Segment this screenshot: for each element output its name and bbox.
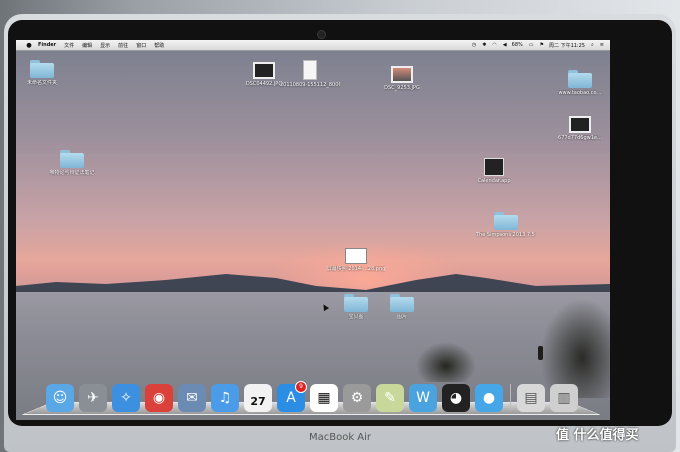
menu-view[interactable]: 显示 bbox=[100, 42, 110, 49]
desktop-icon[interactable]: 屏幕快照 2014-…28.png bbox=[326, 248, 386, 272]
dock-icons: ☺ ✈ ✧ ◉ ✉ ♫ 27 A 9 ▦ ⚙ ✎ W ◕ ● ▤ ▥ bbox=[46, 381, 583, 412]
screenshot-file-icon bbox=[345, 248, 367, 264]
wifi-icon[interactable]: ◠ bbox=[492, 42, 496, 48]
bluetooth-icon[interactable]: ✱ bbox=[482, 42, 486, 48]
update-badge: 9 bbox=[295, 381, 307, 393]
calendar-day: 27 bbox=[250, 394, 266, 408]
battery-icon[interactable]: ▭ bbox=[529, 42, 534, 48]
folder-icon bbox=[60, 150, 84, 168]
desktop-icon[interactable]: www.taobao.co… bbox=[550, 70, 610, 96]
desktop-icon[interactable]: 20110809-155112_8006.jpg bbox=[280, 60, 340, 88]
chrome-icon[interactable]: ◉ bbox=[145, 384, 173, 412]
camera-icon bbox=[317, 30, 326, 39]
image-file-icon bbox=[391, 66, 413, 83]
notification-center-icon[interactable]: ≡ bbox=[600, 42, 604, 48]
menu-window[interactable]: 窗口 bbox=[136, 42, 146, 49]
icon-label: DSC_9253.JPG bbox=[384, 85, 420, 91]
app-store-icon[interactable]: A9 bbox=[277, 381, 307, 412]
image-file-icon bbox=[569, 116, 591, 133]
desktop-icon[interactable]: 677d77d6gw1e… bbox=[550, 116, 610, 141]
wps-icon[interactable]: W bbox=[409, 384, 437, 412]
watermark: 值 什么值得买 bbox=[556, 428, 639, 443]
icon-label: 屏幕快照 2014-…28.png bbox=[326, 266, 386, 272]
text-icon[interactable]: ✎ bbox=[376, 384, 404, 412]
icon-label: www.taobao.co… bbox=[558, 90, 602, 96]
desktop-icon[interactable]: Calendar.app bbox=[464, 158, 524, 184]
icon-label: 图片 bbox=[396, 314, 407, 320]
icon-label: 唯物论与辩证法笔记 bbox=[49, 170, 95, 176]
status-area: ◷ ✱ ◠ ◀ 68% ▭ ⚑ 周二 下午11:25 ⌕ ≡ bbox=[466, 42, 604, 49]
dock: ☺ ✈ ✧ ◉ ✉ ♫ 27 A 9 ▦ ⚙ ✎ W ◕ ● ▤ ▥ bbox=[21, 380, 601, 416]
image-file-icon bbox=[253, 62, 275, 79]
system-preferences-icon[interactable]: ⚙ bbox=[343, 384, 371, 412]
trash-icon[interactable]: ▥ bbox=[550, 384, 578, 412]
icon-label: The Simpsons 2013.7.5 - Wiki bbox=[476, 232, 536, 238]
dock-separator bbox=[510, 384, 511, 410]
menu-file[interactable]: 文件 bbox=[64, 42, 74, 49]
blue-bird-icon[interactable]: ● bbox=[475, 384, 503, 412]
folder-icon bbox=[568, 70, 592, 88]
folder-icon bbox=[494, 212, 518, 230]
menu-finder[interactable]: Finder bbox=[38, 42, 56, 48]
folder-icon bbox=[390, 294, 414, 312]
menu-go[interactable]: 前往 bbox=[118, 42, 128, 49]
itunes-icon[interactable]: ♫ bbox=[211, 384, 239, 412]
calendar-icon[interactable]: 27 bbox=[244, 384, 272, 412]
icon-label: 未命名文件夹 bbox=[26, 80, 57, 86]
desktop-icon[interactable]: 图片 bbox=[372, 294, 432, 320]
folder-icon bbox=[30, 60, 54, 78]
document-stack-icon[interactable]: ▤ bbox=[517, 384, 545, 412]
person-silhouette bbox=[538, 346, 543, 360]
menu-edit[interactable]: 编辑 bbox=[82, 42, 92, 49]
flag-icon[interactable]: ⚑ bbox=[540, 42, 544, 48]
icon-label: 677d77d6gw1e… bbox=[558, 135, 602, 141]
document-file-icon bbox=[303, 60, 317, 80]
icon-label: Calendar.app bbox=[477, 178, 511, 184]
desktop-icon[interactable]: 唯物论与辩证法笔记 bbox=[42, 150, 102, 176]
time-machine-icon[interactable]: ◷ bbox=[472, 42, 476, 48]
menu-bar: Finder 文件 编辑 显示 前往 窗口 帮助 ◷ ✱ ◠ ◀ 68% ▭ ⚑… bbox=[16, 40, 610, 51]
launchpad-icon[interactable]: ✈ bbox=[79, 384, 107, 412]
shore-bush bbox=[416, 342, 476, 382]
finder-icon[interactable]: ☺ bbox=[46, 384, 74, 412]
mail-icon[interactable]: ✉ bbox=[178, 384, 206, 412]
menu-help[interactable]: 帮助 bbox=[154, 42, 164, 49]
desktop-icon[interactable]: DSC_9253.JPG bbox=[372, 66, 432, 91]
qr-code-icon[interactable]: ▦ bbox=[310, 384, 338, 412]
folder-icon bbox=[344, 294, 368, 312]
volume-icon[interactable]: ◀ bbox=[503, 42, 507, 48]
desktop-icon[interactable]: 未命名文件夹 bbox=[16, 60, 72, 86]
battery-percent[interactable]: 68% bbox=[512, 42, 523, 48]
desktop-icon[interactable]: The Simpsons 2013.7.5 - Wiki bbox=[476, 212, 536, 238]
safari-icon[interactable]: ✧ bbox=[112, 384, 140, 412]
spotlight-icon[interactable]: ⌕ bbox=[591, 42, 594, 48]
desktop-screen: Finder 文件 编辑 显示 前往 窗口 帮助 ◷ ✱ ◠ ◀ 68% ▭ ⚑… bbox=[16, 40, 610, 420]
clock[interactable]: 周二 下午11:25 bbox=[549, 42, 585, 49]
apple-icon[interactable] bbox=[26, 42, 32, 48]
qq-icon[interactable]: ◕ bbox=[442, 384, 470, 412]
calendar-app-icon bbox=[484, 158, 504, 176]
icon-label: DSC04492.JPG bbox=[245, 81, 283, 87]
icon-label: 宝贝图 bbox=[348, 314, 364, 320]
icon-label: 20110809-155112_8006.jpg bbox=[280, 82, 340, 88]
